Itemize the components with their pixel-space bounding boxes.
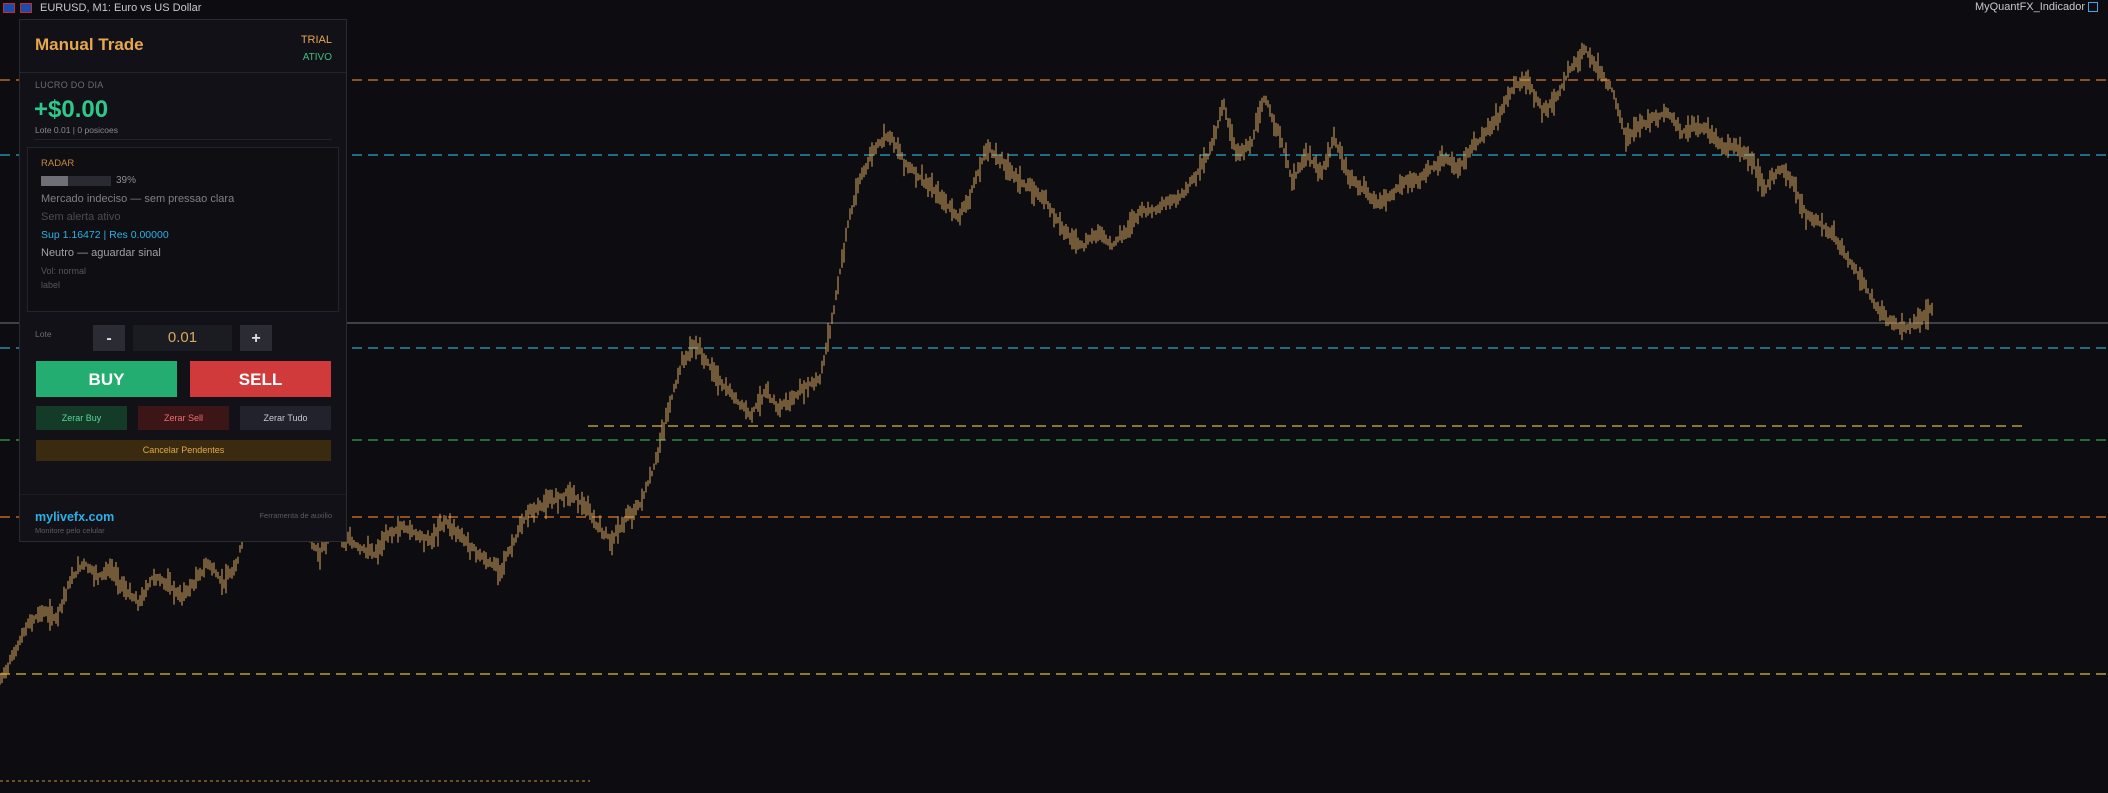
sell-button[interactable]: SELL: [190, 361, 331, 397]
footer-subtext: Monitore pelo celular: [35, 526, 105, 535]
panel-title: Manual Trade: [35, 35, 144, 54]
indicator-icon: [2088, 2, 2098, 12]
radar-levels: Sup 1.16472 | Res 0.00000: [41, 229, 169, 241]
profit-subtext: Lote 0.01 | 0 posicoes: [35, 125, 119, 135]
flag-icon: [20, 3, 32, 13]
buy-button[interactable]: BUY: [36, 361, 177, 397]
panel-header: Manual Trade TRIAL ATIVO: [20, 20, 346, 73]
status-badge: ATIVO: [302, 52, 332, 63]
profit-label: LUCRO DO DIA: [35, 80, 104, 90]
lot-increase-button[interactable]: +: [240, 325, 272, 351]
radar-volume: Vol: normal: [41, 266, 87, 276]
indicator-name[interactable]: MyQuantFX_Indicador: [1975, 1, 2098, 13]
radar-market-state: Mercado indeciso — sem pressao clara: [41, 193, 235, 205]
radar-label: RADAR: [41, 158, 75, 169]
divider: [34, 139, 332, 140]
license-badge: TRIAL: [300, 34, 332, 46]
close-all-button[interactable]: Zerar Tudo: [240, 406, 331, 430]
profit-value: +$0.00: [34, 96, 109, 123]
indicator-label: MyQuantFX_Indicador: [1974, 1, 2085, 13]
footer-site-link[interactable]: mylivefx.com: [35, 510, 114, 524]
cancel-pending-button[interactable]: Cancelar Pendentes: [36, 440, 331, 461]
chart-title-bar: EURUSD, M1: Euro vs US Dollar: [0, 0, 201, 16]
radar-strength-bar: [41, 176, 111, 186]
lot-decrease-button[interactable]: -: [93, 325, 125, 351]
flag-icon: [3, 3, 15, 13]
footer-note: Ferramenta de auxilio: [259, 511, 332, 520]
radar-extra: label: [41, 280, 61, 290]
manual-trade-panel: Manual Trade TRIAL ATIVO LUCRO DO DIA +$…: [19, 19, 347, 542]
chart-title: EURUSD, M1: Euro vs US Dollar: [40, 2, 202, 14]
radar-alert-state: Sem alerta ativo: [41, 211, 121, 223]
radar-strength-text: 39%: [116, 175, 137, 186]
radar-box: RADAR 39% Mercado indeciso — sem pressao…: [27, 147, 339, 312]
radar-strength-fill: [41, 176, 69, 186]
radar-signal: Neutro — aguardar sinal: [41, 247, 161, 259]
close-buy-button[interactable]: Zerar Buy: [36, 406, 127, 430]
lot-label: Lote: [35, 329, 52, 339]
footer-divider: [20, 494, 346, 495]
close-sell-button[interactable]: Zerar Sell: [138, 406, 229, 430]
lot-input[interactable]: 0.01: [133, 325, 232, 351]
